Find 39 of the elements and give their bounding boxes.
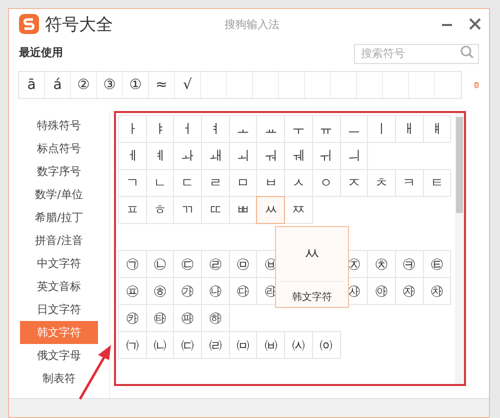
symbol-cell[interactable]: ㅌ [422,169,452,197]
category-item[interactable]: 希腊/拉丁 [20,206,98,229]
symbol-cell[interactable]: ㅣ [367,115,396,143]
symbol-cell[interactable]: ㉫ [422,250,452,278]
close-icon[interactable] [469,18,481,30]
symbol-cell[interactable]: ㈆ [284,331,313,359]
symbol-cell[interactable]: ㅉ [284,196,313,224]
app-name: 搜狗输入法 [224,16,280,32]
category-item[interactable]: 特殊符号 [20,114,98,137]
symbol-cell[interactable]: ㉷ [422,277,452,305]
logo-icon [19,14,39,34]
symbol-cell[interactable]: ㅒ [422,115,452,143]
category-item[interactable]: 中文字符 [20,252,98,275]
category-item[interactable]: 数字序号 [20,160,98,183]
section-label: 最近使用 [19,44,63,60]
category-item[interactable]: 拼音/注音 [20,229,98,252]
scrollbar-thumb[interactable] [456,117,463,213]
preview-category: 韩文字符 [292,290,332,304]
scrollbar[interactable] [455,113,464,384]
category-item[interactable]: 俄文字母 [20,344,98,367]
symbol-cell[interactable]: ㅊ [367,169,396,197]
symbol-cell[interactable]: ㈄ [228,331,258,359]
symbol-cell[interactable]: ㅆ [256,196,286,224]
category-item[interactable]: 英文音标 [20,275,98,298]
window-title: 符号大全 [45,14,113,36]
search-field[interactable]: 搜索符号 [354,44,479,64]
category-item[interactable]: 制表符 [20,367,98,390]
symbol-cell[interactable]: ㈇ [312,331,340,359]
symbol-cell[interactable]: ㅍ [118,196,147,224]
symbol-cell[interactable]: ㅏ [118,115,147,143]
category-item[interactable]: 日文字符 [20,298,98,321]
symbol-cell[interactable]: ㅐ [394,115,424,143]
search-icon[interactable] [460,45,474,59]
symbol-cell[interactable]: ㅋ [394,169,424,197]
symbol-cell[interactable]: ㈀ [118,331,147,359]
category-item[interactable]: 数学/单位 [20,183,98,206]
symbol-cell[interactable]: ㈅ [256,331,286,359]
symbol-cell[interactable]: ㉠ [118,250,147,278]
category-item[interactable]: 标点符号 [20,137,98,160]
